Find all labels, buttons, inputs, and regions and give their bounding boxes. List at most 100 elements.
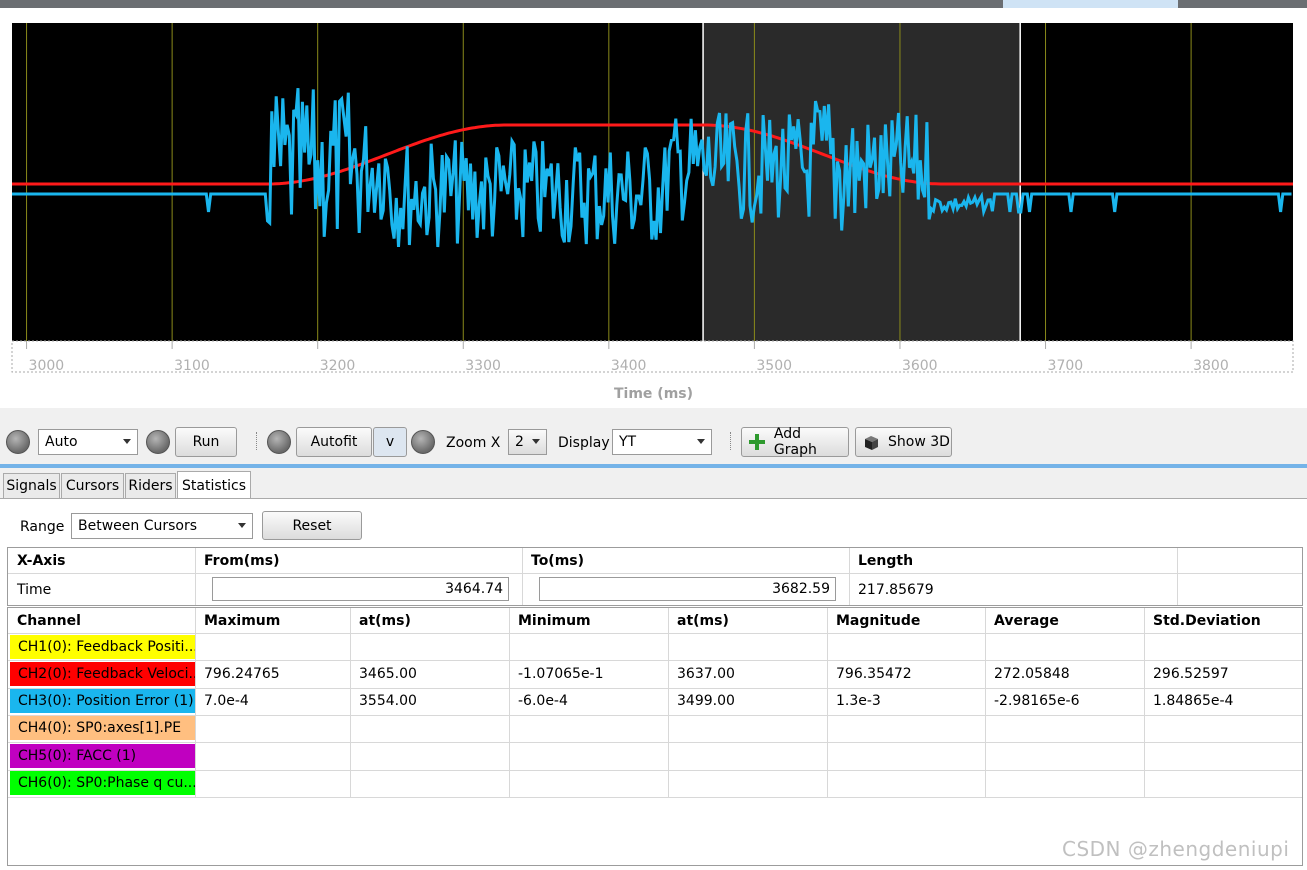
stat-at-max — [350, 744, 509, 768]
stat-magnitude — [827, 716, 985, 740]
header-maximum: Maximum — [204, 612, 281, 629]
x-axis-name: Time — [17, 581, 52, 598]
panel-splitter[interactable] — [0, 464, 1307, 468]
run-status-led — [146, 430, 170, 454]
stat-at-max: 3554.00 — [359, 693, 417, 710]
scope-toolbar: Auto Run Autofit v Zoom X 2 Display YT A… — [0, 422, 1307, 462]
toolbar-separator — [730, 432, 734, 450]
x-axis-table: X-Axis From(ms) To(ms) Length Time 3464.… — [7, 547, 1303, 606]
display-label: Display — [558, 435, 610, 451]
stat-magnitude — [827, 771, 985, 795]
stat-at-min — [668, 771, 827, 795]
stat-at-min: 3637.00 — [677, 665, 735, 682]
zoom-x-select[interactable]: 2 — [508, 429, 547, 455]
header-x-axis: X-Axis — [17, 552, 66, 569]
stat-magnitude: 796.35472 — [836, 665, 912, 682]
trigger-status-led — [6, 430, 30, 454]
stat-at-max — [350, 771, 509, 795]
show-3d-button[interactable]: Show 3D — [855, 427, 952, 457]
x-tick-label: 3500 — [756, 358, 792, 374]
x-tick-label: 3000 — [29, 358, 65, 374]
stat-at-max: 3465.00 — [359, 665, 417, 682]
stat-average: -2.98165e-6 — [994, 693, 1080, 710]
chevron-down-icon — [697, 439, 705, 444]
stat-std-deviation — [1144, 744, 1302, 768]
display-mode-select[interactable]: YT — [612, 429, 712, 455]
channel-label[interactable]: CH6(0): SP0:Phase q cu... — [10, 771, 195, 795]
plot-background — [12, 23, 1293, 341]
zoom-x-value: 2 — [515, 434, 524, 450]
x-tick-label: 3600 — [902, 358, 938, 374]
cube-icon — [865, 436, 878, 450]
stat-at-min — [668, 716, 827, 740]
trigger-mode-value: Auto — [45, 434, 78, 450]
header-minimum: Minimum — [518, 612, 591, 629]
channel-label[interactable]: CH5(0): FACC (1) — [10, 743, 195, 768]
scope-plot-area[interactable]: 3000 3100 3200 3300 3400 3500 3600 3700 3800 Tim… — [0, 8, 1307, 408]
tab-cursors[interactable]: Cursors — [61, 473, 124, 498]
range-select[interactable]: Between Cursors — [71, 513, 253, 539]
stat-minimum — [509, 716, 668, 740]
stat-minimum: -1.07065e-1 — [518, 665, 604, 682]
stat-average: 272.05848 — [994, 665, 1070, 682]
header-average: Average — [994, 612, 1059, 629]
channel-label[interactable]: CH2(0): Feedback Veloci... — [10, 661, 195, 686]
stat-minimum: -6.0e-4 — [518, 693, 568, 710]
stat-maximum: 7.0e-4 — [204, 693, 249, 710]
column-divider — [1177, 548, 1178, 605]
tab-statistics[interactable]: Statistics — [177, 471, 251, 499]
top-selected-tab[interactable] — [1003, 0, 1178, 8]
scope-plot[interactable]: 3000 3100 3200 3300 3400 3500 3600 3700 3800 — [0, 8, 1307, 408]
to-ms-input[interactable]: 3682.59 — [539, 577, 836, 601]
autofit-status-led — [267, 430, 291, 454]
stat-std-deviation — [1144, 771, 1302, 795]
autofit-v-toggle[interactable]: v — [373, 427, 407, 457]
header-std-deviation: Std.Deviation — [1153, 612, 1261, 629]
x-tick-label: 3700 — [1048, 358, 1084, 374]
x-tick-label: 3400 — [611, 358, 647, 374]
stat-maximum — [195, 635, 350, 659]
x-tick-label: 3800 — [1193, 358, 1229, 374]
chevron-down-icon — [238, 523, 246, 528]
stat-maximum: 796.24765 — [204, 665, 280, 682]
from-ms-input[interactable]: 3464.74 — [212, 577, 509, 601]
stat-average — [985, 635, 1144, 659]
row-divider — [8, 796, 1302, 798]
toolbar-separator — [256, 432, 260, 450]
statistics-panel: Range Between Cursors Reset X-Axis From(… — [0, 498, 1307, 870]
stat-std-deviation — [1144, 635, 1302, 659]
header-length: Length — [858, 552, 914, 569]
add-graph-button[interactable]: Add Graph — [741, 426, 849, 458]
stat-minimum — [509, 771, 668, 795]
stat-at-min: 3499.00 — [677, 693, 735, 710]
channel-label[interactable]: CH4(0): SP0:axes[1].PE — [10, 716, 195, 741]
header-channel: Channel — [17, 612, 81, 629]
header-from: From(ms) — [204, 552, 280, 569]
stat-magnitude — [827, 744, 985, 768]
stat-std-deviation: 1.84865e-4 — [1153, 693, 1234, 710]
tab-signals[interactable]: Signals — [3, 473, 60, 498]
channel-label[interactable]: CH3(0): Position Error (1) — [10, 689, 195, 714]
stat-magnitude: 1.3e-3 — [836, 693, 881, 710]
zoom-x-label: Zoom X — [446, 435, 501, 451]
reset-button[interactable]: Reset — [262, 511, 362, 540]
x-tick-label: 3200 — [320, 358, 356, 374]
show-3d-label: Show 3D — [888, 434, 950, 450]
stat-at-min — [668, 635, 827, 659]
stat-at-max — [350, 716, 509, 740]
stat-std-deviation: 296.52597 — [1153, 665, 1229, 682]
x-axis-title: Time (ms) — [613, 386, 694, 402]
stat-std-deviation — [1144, 716, 1302, 740]
run-button[interactable]: Run — [175, 427, 237, 457]
tab-riders[interactable]: Riders — [125, 473, 176, 498]
stat-average — [985, 744, 1144, 768]
autofit-button[interactable]: Autofit — [296, 427, 372, 457]
channel-label[interactable]: CH1(0): Feedback Positi... — [10, 634, 195, 659]
trigger-mode-select[interactable]: Auto — [38, 429, 138, 455]
stat-minimum — [509, 635, 668, 659]
header-at-min: at(ms) — [677, 612, 729, 629]
stat-at-min — [668, 744, 827, 768]
stat-maximum — [195, 771, 350, 795]
stat-maximum — [195, 716, 350, 740]
stat-average — [985, 716, 1144, 740]
